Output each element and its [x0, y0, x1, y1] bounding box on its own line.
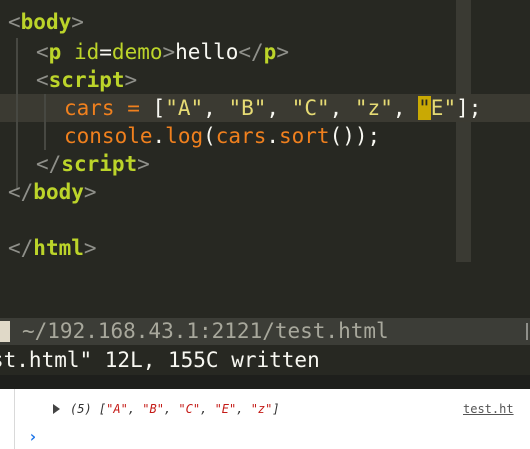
code-token: </ [8, 180, 34, 204]
code-token: . [152, 124, 166, 148]
color-column [456, 0, 471, 262]
code-line-4[interactable]: cars = ["A", "B", "C", "z", "E"]; [64, 94, 481, 122]
text-cursor: " [418, 96, 431, 120]
code-token: console [64, 124, 153, 148]
code-token: </ [238, 40, 264, 64]
code-token: > [137, 152, 150, 176]
code-token: = [99, 40, 112, 64]
indent-guide [44, 94, 46, 150]
code-token: = [127, 96, 140, 120]
array-item: "B" [142, 402, 164, 416]
source-link[interactable]: test.ht [463, 399, 514, 419]
code-token: id [73, 40, 100, 64]
code-token: sort [279, 124, 330, 148]
code-line-7[interactable]: </body> [8, 178, 97, 206]
code-token: ()); [329, 124, 381, 148]
code-token: [ [152, 96, 166, 120]
code-token: < [8, 10, 21, 34]
code-line-3[interactable]: <script> [36, 66, 137, 94]
expand-triangle-icon[interactable] [53, 404, 60, 414]
code-token: > [83, 180, 97, 204]
command-line[interactable]: st.html" 12L, 155C written [0, 345, 530, 375]
code-token: E" [430, 96, 457, 120]
code-token: script [48, 68, 125, 92]
code-line-2[interactable]: <p id=demo>hello</p> [36, 38, 289, 66]
pane-divider [0, 375, 530, 389]
write-message: st.html" 12L, 155C written [0, 348, 320, 372]
status-separator [526, 323, 528, 340]
code-token: "B" [228, 96, 267, 120]
code-token: hello [175, 40, 239, 64]
code-token: , [392, 96, 419, 120]
code-token: "A" [165, 96, 204, 120]
code-token: p [48, 40, 62, 64]
code-token: "z" [354, 96, 393, 120]
code-token: log [165, 124, 204, 148]
array-item: "C" [178, 402, 201, 416]
status-line: ~/192.168.43.1:2121/test.html [0, 318, 530, 345]
code-line-5[interactable]: console.log(cars.sort()); [64, 122, 380, 150]
code-token: </ [8, 236, 34, 260]
console-gutter-divider [14, 389, 15, 449]
code-token: , [266, 96, 292, 120]
code-token: > [162, 40, 176, 64]
array-summary[interactable]: (5) ["A", "B", "C", "E", "z"] [70, 399, 280, 419]
code-token: , [329, 96, 355, 120]
code-editor[interactable]: <body> <p id=demo>hello</p> <script> car… [0, 0, 530, 318]
code-token: > [83, 236, 97, 260]
code-token: body [33, 180, 84, 204]
code-token: > [276, 40, 289, 64]
indent-guide [16, 38, 18, 188]
array-item: "E" [214, 402, 237, 416]
array-item: "z" [250, 402, 273, 416]
code-token: > [71, 10, 84, 34]
code-token: html [33, 236, 84, 260]
code-token: > [124, 68, 138, 92]
code-token: script [61, 152, 138, 176]
code-token: ( [203, 124, 216, 148]
code-token: body [20, 10, 72, 34]
code-line-1[interactable]: <body> [8, 8, 84, 36]
browser-console: (5) ["A", "B", "C", "E", "z"] test.ht › [0, 389, 530, 449]
code-token: < [36, 68, 49, 92]
code-token: , [203, 96, 229, 120]
code-token: </ [36, 152, 62, 176]
mode-indicator [0, 321, 10, 342]
code-token: cars [64, 96, 115, 120]
array-item: "A" [106, 402, 128, 416]
code-token: ]; [456, 96, 482, 120]
code-token: cars [215, 124, 267, 148]
code-line-6[interactable]: </script> [36, 150, 150, 178]
code-token: < [36, 40, 49, 64]
code-line-9[interactable]: </html> [8, 234, 97, 262]
code-token: p [263, 40, 277, 64]
code-token: . [266, 124, 279, 148]
code-token: demo [111, 40, 163, 64]
file-path: ~/192.168.43.1:2121/test.html [22, 319, 389, 343]
code-token: "C" [291, 96, 330, 120]
console-log-entry[interactable]: (5) ["A", "B", "C", "E", "z"] test.ht [0, 399, 530, 419]
array-count: (5) [70, 402, 92, 416]
console-prompt-icon[interactable]: › [28, 427, 38, 447]
